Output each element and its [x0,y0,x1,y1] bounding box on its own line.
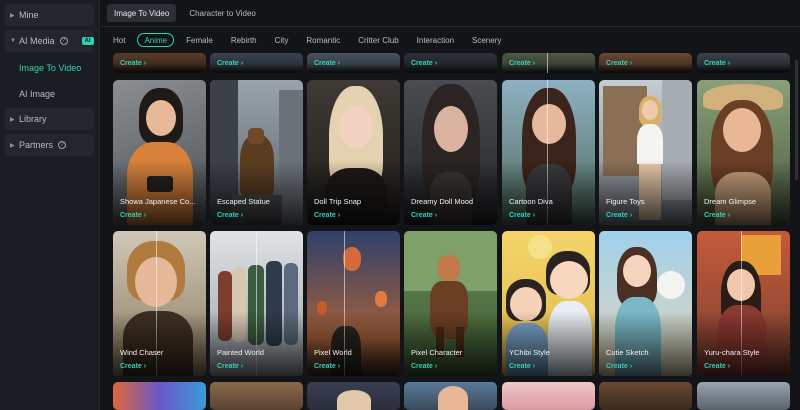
card-title: Doll Trip Snap [314,197,362,206]
create-link[interactable]: Create › [606,212,632,219]
create-link[interactable]: Create › [217,60,243,67]
template-card-cartoon-diva[interactable]: Cartoon Diva Create › [502,80,595,225]
sidebar-item-image-to-video[interactable]: Image To Video [5,56,94,80]
sidebar-item-ai-image[interactable]: AI Image [5,82,94,106]
create-link[interactable]: Create › [120,212,146,219]
card-title: Painted World [217,348,264,357]
create-link[interactable]: Create › [411,60,437,67]
card-title: Pixel World [314,348,352,357]
template-card[interactable] [502,382,595,410]
card-title: Figure Toys [606,197,645,206]
sidebar-item-label: Partners [19,140,54,150]
help-icon[interactable]: ? [58,141,67,149]
template-card-pixel-character[interactable]: Pixel Character Create › [404,231,497,376]
template-card-cutie-sketch[interactable]: Cutie Sketch Create › [599,231,692,376]
caret-right-icon: ▶ [10,142,15,149]
template-card-wind-chaser[interactable]: Wind Chaser Create › [113,231,206,376]
create-link[interactable]: Create › [509,363,535,370]
ai-badge: AI [81,37,94,45]
create-link[interactable]: Create › [704,60,730,67]
category-interaction[interactable]: Interaction [411,33,460,47]
template-card[interactable] [697,382,790,410]
card-title: Cutie Sketch [606,348,649,357]
template-card-figure-toys[interactable]: Figure Toys Create › [599,80,692,225]
create-link[interactable]: Create › [120,363,146,370]
template-card-pixel-world[interactable]: Pixel World Create › [307,231,400,376]
card-title: Dream Glimpse [704,197,757,206]
template-card[interactable]: Create › [502,53,595,73]
create-link[interactable]: Create › [217,212,243,219]
template-card-dreamy-doll-mood[interactable]: Dreamy Doll Mood Create › [404,80,497,225]
caret-right-icon: ▶ [10,116,15,123]
template-card[interactable]: Create › [307,53,400,73]
card-title: Yuru-chara Style [704,348,760,357]
template-card[interactable]: Create › [404,53,497,73]
caret-down-icon: ▼ [10,38,16,44]
template-card-showa[interactable]: Showa Japanese Co... Create › [113,80,206,225]
template-card[interactable]: Create › [697,53,790,73]
sidebar: ▶ Mine ▼ AI Media ? AI Image To Video AI… [0,0,100,410]
sidebar-item-mine[interactable]: ▶ Mine [5,4,94,26]
sidebar-item-label: AI Image [19,89,56,99]
card-title: Cartoon Diva [509,197,553,206]
template-card[interactable] [307,382,400,410]
template-card-escaped-statue[interactable]: Escaped Statue Create › [210,80,303,225]
template-card-yuru-chara-style[interactable]: Yuru-chara Style Create › [697,231,790,376]
template-card[interactable] [113,382,206,410]
category-filter-bar: Hot Anime Female Rebirth City Romantic C… [107,33,513,47]
category-critter-club[interactable]: Critter Club [352,33,404,47]
create-link[interactable]: Create › [314,212,340,219]
create-link[interactable]: Create › [314,363,340,370]
card-title: Escaped Statue [217,197,270,206]
sidebar-item-label: Library [19,114,47,124]
sidebar-item-ai-media[interactable]: ▼ AI Media ? AI [5,30,94,52]
caret-right-icon: ▶ [10,12,15,19]
sidebar-item-label: Mine [19,10,39,20]
create-link[interactable]: Create › [704,363,730,370]
card-title: Dreamy Doll Mood [411,197,474,206]
create-link[interactable]: Create › [411,212,437,219]
category-hot[interactable]: Hot [107,33,131,47]
template-card[interactable] [210,382,303,410]
category-romantic[interactable]: Romantic [300,33,346,47]
template-card[interactable] [599,382,692,410]
create-link[interactable]: Create › [509,60,535,67]
create-link[interactable]: Create › [704,212,730,219]
category-anime[interactable]: Anime [137,33,175,47]
scrollbar[interactable] [795,60,798,180]
template-card[interactable]: Create › [210,53,303,73]
template-card[interactable] [404,382,497,410]
tab-character-to-video[interactable]: Character to Video [182,4,263,22]
card-title: Pixel Character [411,348,463,357]
category-rebirth[interactable]: Rebirth [225,33,263,47]
category-scenery[interactable]: Scenery [466,33,507,47]
category-city[interactable]: City [269,33,295,47]
help-icon[interactable]: ? [59,37,68,45]
create-link[interactable]: Create › [509,212,535,219]
sidebar-item-label: Image To Video [19,63,82,73]
create-link[interactable]: Create › [606,60,632,67]
template-card-ychibi-style[interactable]: YChibi Style Create › [502,231,595,376]
create-link[interactable]: Create › [411,363,437,370]
card-title: Showa Japanese Co... [120,197,196,206]
card-title: YChibi Style [509,348,550,357]
create-link[interactable]: Create › [217,363,243,370]
sidebar-item-partners[interactable]: ▶ Partners ? [5,134,94,156]
tab-image-to-video[interactable]: Image To Video [107,4,177,22]
divider [101,26,800,27]
create-link[interactable]: Create › [120,60,146,67]
template-card-dream-glimpse[interactable]: Dream Glimpse Create › [697,80,790,225]
template-card-doll-trip-snap[interactable]: Doll Trip Snap Create › [307,80,400,225]
sidebar-item-library[interactable]: ▶ Library [5,108,94,130]
template-card[interactable]: Create › [113,53,206,73]
category-female[interactable]: Female [180,33,219,47]
top-tabs: Image To Video Character to Video [107,4,263,22]
create-link[interactable]: Create › [314,60,340,67]
main-content: Image To Video Character to Video Hot An… [101,0,800,410]
sidebar-item-label: AI Media [19,36,55,46]
template-card[interactable]: Create › [599,53,692,73]
create-link[interactable]: Create › [606,363,632,370]
card-title: Wind Chaser [120,348,164,357]
template-card-painted-world[interactable]: Painted World Create › [210,231,303,376]
